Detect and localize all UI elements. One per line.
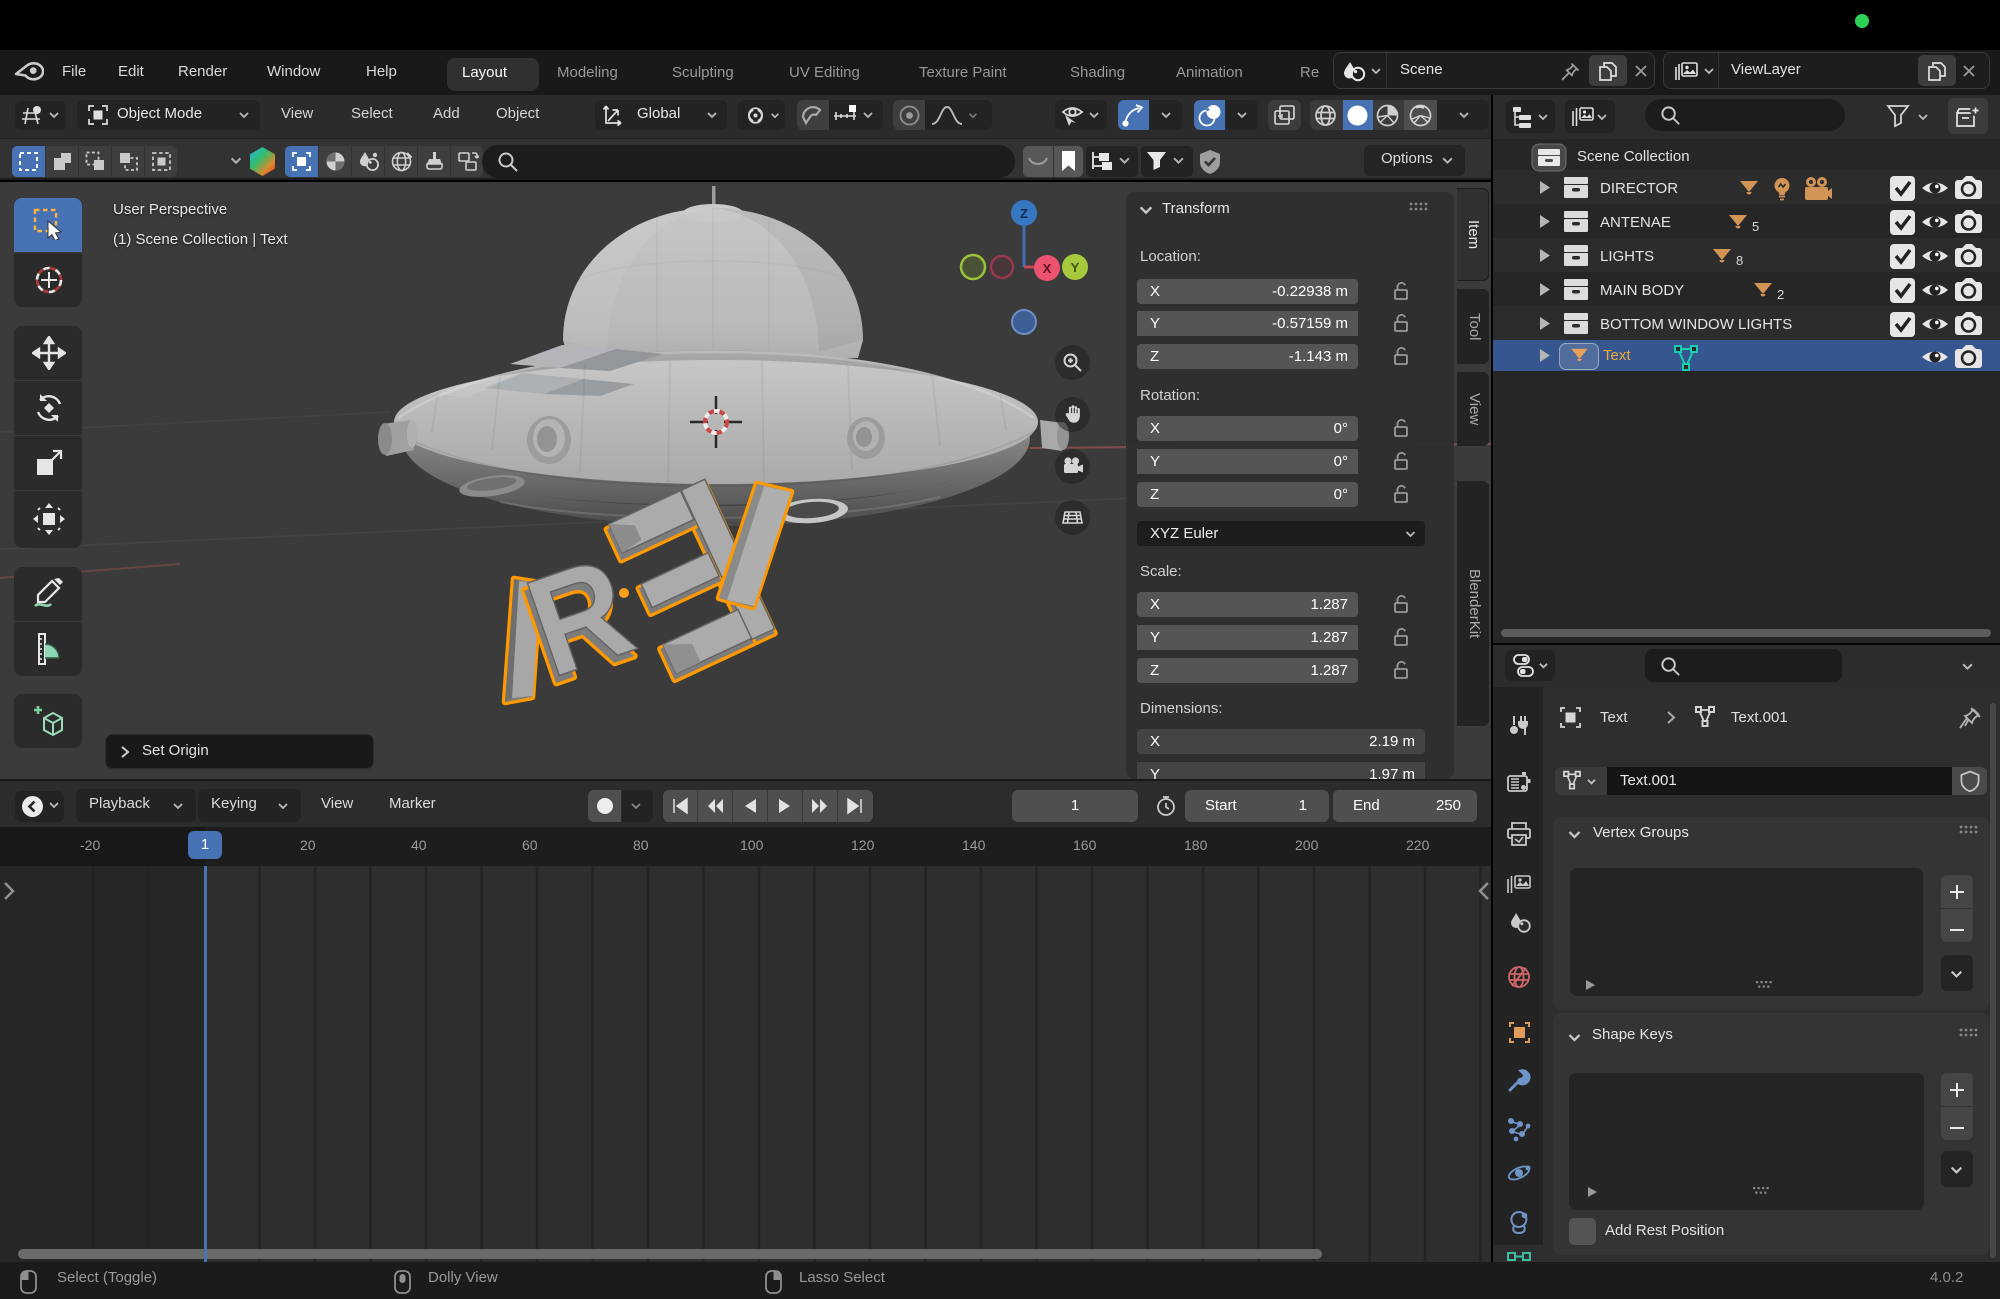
svg-text:Z: Z xyxy=(1020,206,1028,221)
svg-text:Y: Y xyxy=(1071,260,1080,275)
svg-text:X: X xyxy=(1043,261,1052,276)
